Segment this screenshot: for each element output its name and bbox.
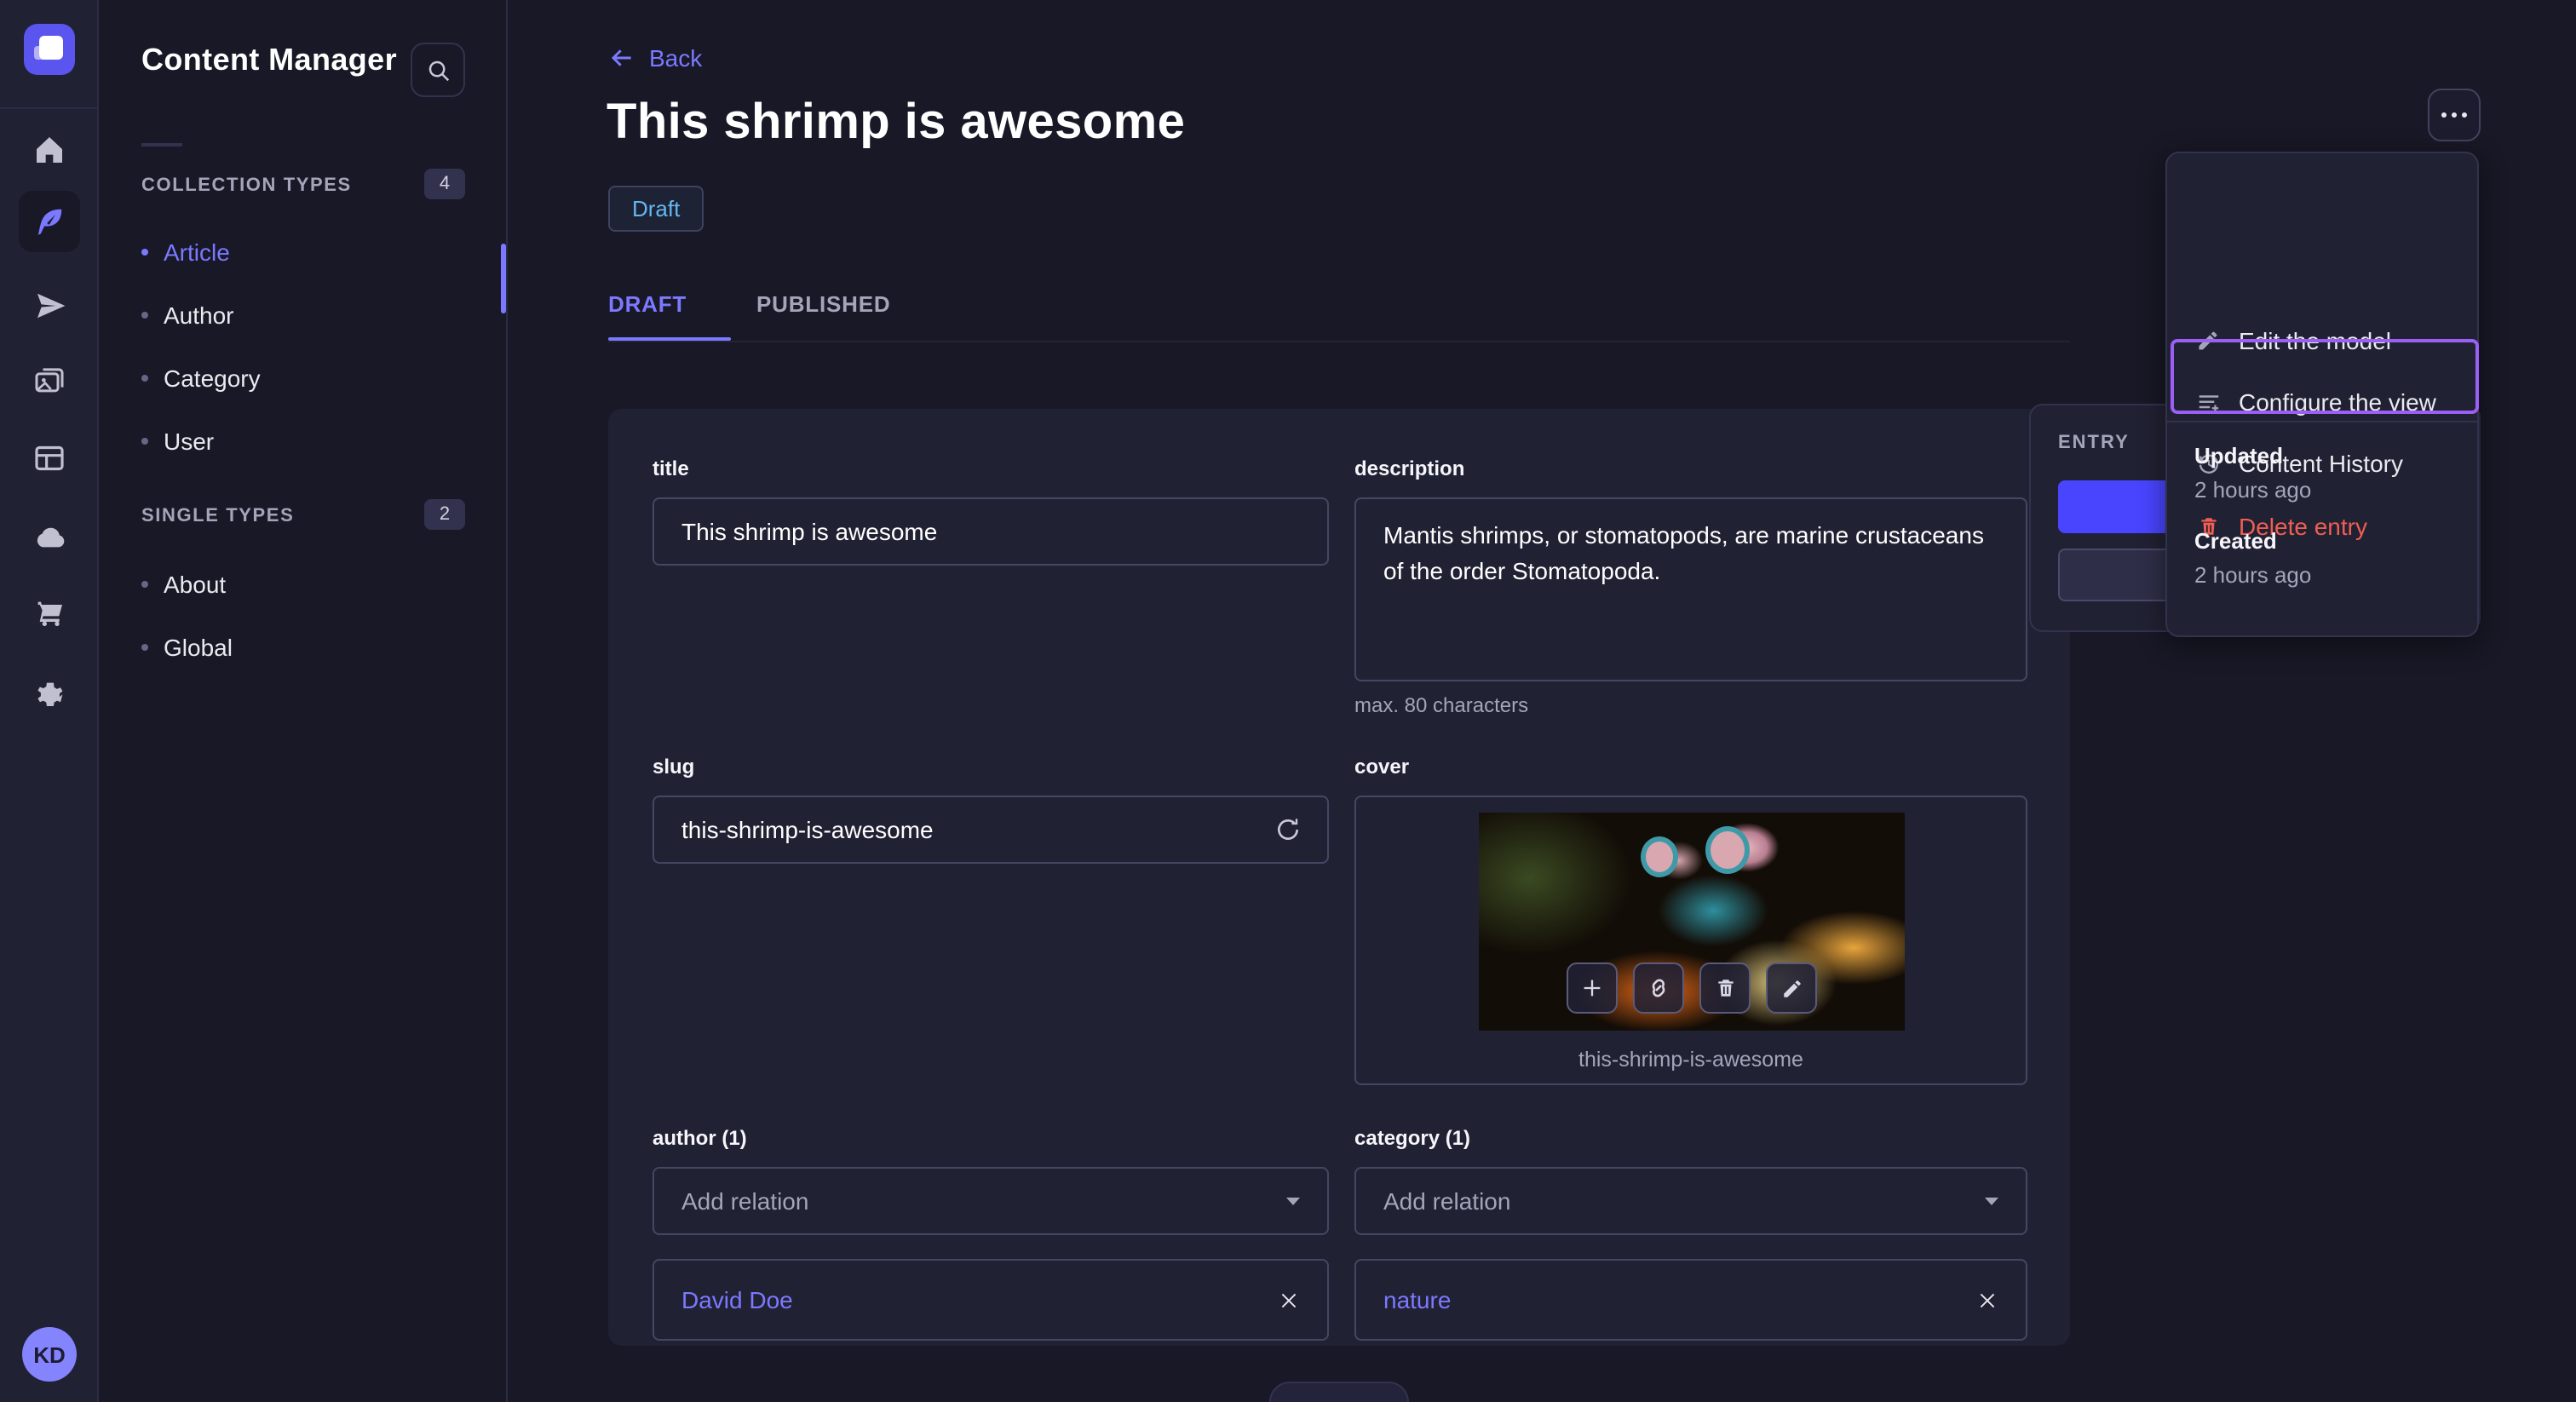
single-types-count-badge: 2 — [424, 499, 465, 530]
collection-types-count-badge: 4 — [424, 169, 465, 199]
category-relation-combobox[interactable]: Add relation — [1354, 1167, 2027, 1235]
delete-asset-button[interactable] — [1699, 962, 1751, 1014]
updated-value: 2 hours ago — [2194, 477, 2312, 503]
chevron-down-icon — [1283, 1191, 1303, 1211]
sidebar-scrollbar-thumb[interactable] — [501, 244, 506, 313]
user-avatar[interactable]: KD — [22, 1327, 77, 1382]
marketplace-icon[interactable] — [19, 583, 80, 644]
status-badge: Draft — [608, 186, 704, 232]
sidebar-title: Content Manager — [141, 43, 398, 77]
releases-icon[interactable] — [19, 274, 80, 336]
chevron-down-icon — [1981, 1191, 2002, 1211]
search-button[interactable] — [411, 43, 465, 97]
cloud-icon[interactable] — [19, 506, 80, 567]
regenerate-slug-button[interactable] — [1268, 809, 1308, 850]
bullet-icon — [141, 249, 148, 256]
title-field-label: title — [653, 457, 689, 480]
home-icon[interactable] — [19, 119, 80, 181]
tab-draft[interactable]: DRAFT — [608, 291, 687, 317]
bullet-icon — [141, 438, 148, 445]
more-options-menu: Edit the model Configure the view Conten… — [2165, 152, 2479, 637]
sidebar-item-global[interactable]: Global — [141, 627, 465, 668]
main-nav-rail: KD — [0, 0, 99, 1402]
menu-divider — [2167, 421, 2477, 422]
slug-field-label: slug — [653, 755, 695, 779]
app-window: KD Content Manager COLLECTION TYPES 4 Ar… — [0, 0, 2576, 1402]
ellipsis-icon — [2441, 112, 2447, 118]
sidebar-item-about[interactable]: About — [141, 564, 465, 605]
entry-panel-heading: ENTRY — [2058, 433, 2130, 453]
updated-label: Updated — [2194, 443, 2283, 468]
settings-gear-icon[interactable] — [19, 661, 80, 722]
media-library-icon[interactable] — [19, 351, 80, 412]
bullet-icon — [141, 312, 148, 319]
cover-filename: this-shrimp-is-awesome — [1578, 1048, 1803, 1072]
author-relation-item: David Doe — [653, 1259, 1329, 1341]
single-types-heading: SINGLE TYPES — [141, 506, 295, 526]
delete-entry-focus-ring — [2170, 339, 2478, 414]
edit-form-panel: title description Mantis shrimps, or sto… — [608, 409, 2070, 1346]
author-field-label: author (1) — [653, 1126, 747, 1150]
refresh-icon — [1274, 816, 1302, 843]
slug-input[interactable] — [653, 796, 1329, 864]
remove-author-button[interactable] — [1278, 1289, 1300, 1311]
shrimp-eye — [1705, 826, 1750, 874]
back-link[interactable]: Back — [608, 44, 702, 72]
author-relation-link[interactable]: David Doe — [681, 1286, 793, 1313]
remove-category-button[interactable] — [1976, 1289, 1998, 1311]
trash-icon — [1714, 976, 1736, 1000]
plus-icon — [1580, 976, 1604, 1000]
pencil-icon — [1780, 977, 1803, 999]
search-icon — [425, 57, 451, 83]
sidebar-item-article[interactable]: Article — [141, 232, 465, 273]
cover-field-label: cover — [1354, 755, 1410, 779]
created-value: 2 hours ago — [2194, 562, 2312, 588]
arrow-left-icon — [608, 44, 635, 72]
close-icon — [1278, 1289, 1300, 1311]
active-tab-underline — [608, 337, 731, 341]
copy-link-button[interactable] — [1633, 962, 1684, 1014]
collection-types-heading: COLLECTION TYPES — [141, 175, 352, 196]
close-icon — [1976, 1289, 1998, 1311]
description-hint: max. 80 characters — [1354, 693, 1529, 717]
title-input[interactable] — [653, 497, 1329, 566]
sidebar-divider — [141, 143, 182, 147]
edit-asset-button[interactable] — [1766, 962, 1817, 1014]
more-options-button[interactable] — [2428, 89, 2481, 141]
cover-field: this-shrimp-is-awesome — [1354, 796, 2027, 1085]
created-label: Created — [2194, 528, 2277, 554]
page-title: This shrimp is awesome — [607, 95, 1186, 150]
content-manager-sidebar: Content Manager COLLECTION TYPES 4 Artic… — [99, 0, 508, 1402]
add-asset-button[interactable] — [1567, 962, 1618, 1014]
sidebar-item-author[interactable]: Author — [141, 295, 465, 336]
cover-actions-toolbar — [1567, 962, 1817, 1014]
tabs-divider — [608, 341, 2070, 342]
content-type-builder-icon[interactable] — [19, 428, 80, 489]
shrimp-eye — [1641, 836, 1678, 877]
description-field-label: description — [1354, 457, 1465, 480]
cover-image — [1479, 813, 1905, 1031]
bullet-icon — [141, 581, 148, 588]
content-manager-icon[interactable] — [19, 191, 80, 252]
link-icon — [1647, 976, 1670, 1000]
category-relation-item: nature — [1354, 1259, 2027, 1341]
category-field-label: category (1) — [1354, 1126, 1471, 1150]
sidebar-item-category[interactable]: Category — [141, 358, 465, 399]
sidebar-item-user[interactable]: User — [141, 421, 465, 462]
category-relation-link[interactable]: nature — [1383, 1286, 1451, 1313]
tab-published[interactable]: PUBLISHED — [756, 291, 890, 317]
bottom-floating-widget[interactable] — [1269, 1382, 1409, 1402]
bullet-icon — [141, 644, 148, 651]
rail-divider — [0, 107, 99, 109]
bullet-icon — [141, 375, 148, 382]
description-textarea[interactable]: Mantis shrimps, or stomatopods, are mari… — [1354, 497, 2027, 681]
strapi-logo[interactable] — [24, 24, 75, 75]
author-relation-combobox[interactable]: Add relation — [653, 1167, 1329, 1235]
